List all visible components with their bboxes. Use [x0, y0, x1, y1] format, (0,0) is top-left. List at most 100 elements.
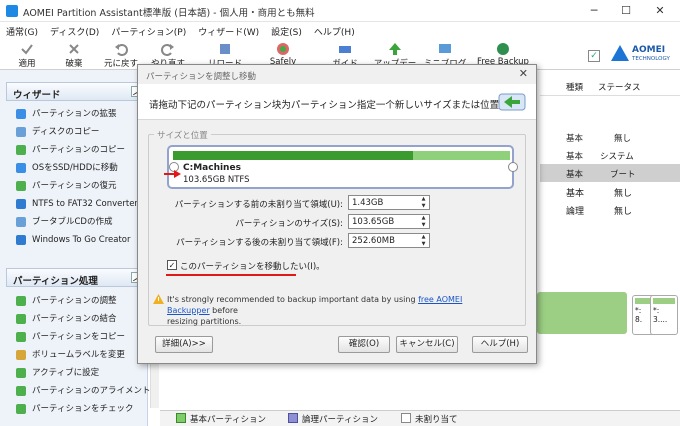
wizard-item[interactable]: パーティションの拡張 [14, 107, 117, 121]
wizard-panel-header[interactable]: ウィザード ︿ [6, 82, 146, 101]
cell-type: 基本 [566, 189, 585, 199]
move-partition-label[interactable]: このパーティションを移動したい(I)。 [180, 260, 325, 272]
partition-table-more: 基本 無し 論理 無し [540, 182, 680, 218]
dialog-close-icon[interactable]: ✕ [519, 67, 528, 80]
unallocated-before-input[interactable]: 1.43GB ▲ ▼ [348, 195, 430, 210]
partition-op-label: パーティションの調整 [32, 296, 117, 306]
table-row[interactable]: 論理 無し [540, 200, 680, 218]
title-bar: AOMEI Partition Assistant標準版 (日本語) - 個人用… [0, 0, 680, 22]
partition-table: 種類 ステータス 基本 無し 基本 システム 基本 ブート [540, 78, 680, 188]
recover-partition-icon [16, 181, 26, 191]
unallocated-swatch [401, 413, 411, 423]
unallocated-after-label: パーティションする後の未割り当て領域(F): [176, 238, 343, 248]
right-resize-handle[interactable] [508, 162, 518, 172]
partition-op-item[interactable]: パーティションのアライメント [14, 384, 151, 398]
wizard-item[interactable]: NTFS to FAT32 Converter [14, 197, 138, 211]
wizard-panel-title: ウィザード [13, 90, 61, 101]
table-row[interactable]: 基本 無し [540, 182, 680, 200]
menu-settings[interactable]: 設定(S) [265, 22, 308, 38]
menu-help[interactable]: ヘルプ(H) [308, 22, 361, 38]
unallocated-before-value: 1.43GB [352, 198, 384, 208]
wizard-item[interactable]: OSをSSD/HDDに移動 [14, 161, 118, 175]
safely-partition-icon [277, 43, 289, 55]
ok-button[interactable]: 確認(O) [338, 336, 390, 353]
menu-wizard[interactable]: ウィザード(W) [192, 22, 265, 38]
partition-bar-used [173, 151, 413, 160]
apply-icon [21, 44, 33, 55]
warning-icon [153, 294, 164, 304]
copy-disk-icon [16, 127, 26, 137]
align-partition-icon [16, 386, 26, 396]
partition-op-item[interactable]: パーティションの結合 [14, 312, 117, 326]
wizard-item[interactable]: パーティションの復元 [14, 179, 117, 193]
discard-icon [69, 44, 79, 54]
partition-op-item[interactable]: アクティブに設定 [14, 366, 99, 380]
warning-text-line2: resizing partitions. [167, 317, 242, 326]
table-row[interactable]: 基本 無し [540, 128, 680, 146]
partition-panel-header[interactable]: パーティション処理 ︿ [6, 268, 146, 287]
wizard-item-label: Windows To Go Creator [32, 235, 131, 245]
menu-disk[interactable]: ディスク(D) [44, 22, 105, 38]
wizard-item-label: OSをSSD/HDDに移動 [32, 163, 118, 173]
partition-size-label: パーティションのサイズ(S): [235, 219, 343, 229]
toolbar-checkbox[interactable]: ✓ [588, 50, 600, 62]
cell-status: 無し [614, 189, 633, 199]
reload-icon [220, 44, 230, 54]
partition-slider[interactable]: C:Machines 103.65GB NTFS [167, 145, 514, 189]
partition-op-label: アクティブに設定 [32, 368, 100, 378]
partition-panel-title: パーティション処理 [13, 276, 98, 287]
aomei-logo-icon [611, 45, 629, 61]
unallocated-after-input[interactable]: 252.60MB ▲ ▼ [348, 233, 430, 248]
disk-partition-card[interactable]: *: 3.... [650, 295, 678, 335]
disk-map-partition[interactable] [537, 292, 627, 334]
wizard-item[interactable]: Windows To Go Creator [14, 233, 131, 247]
column-header-status: ステータス [598, 83, 641, 93]
migrate-os-icon [16, 163, 26, 173]
maximize-icon[interactable]: ☐ [618, 3, 634, 19]
unallocated-before-label: パーティションする前の未割り当て領域(U): [174, 200, 343, 210]
wizard-item[interactable]: ディスクのコピー [14, 125, 99, 139]
partition-op-item[interactable]: パーティションの調整 [14, 294, 117, 308]
spin-up-icon[interactable]: ▲ [419, 196, 428, 202]
move-partition-checkbox[interactable]: ✓ [167, 260, 177, 270]
size-position-label: サイズと位置 [154, 129, 211, 141]
partition-op-item[interactable]: パーティションをコピー [14, 330, 125, 344]
copy-partition-icon [16, 145, 26, 155]
partition-name: C:Machines [183, 163, 241, 173]
spin-down-icon[interactable]: ▼ [419, 222, 428, 228]
details-button[interactable]: 詳細(A)>> [155, 336, 213, 353]
menu-partition[interactable]: パーティション(P) [105, 22, 192, 38]
partition-op-label: パーティションをチェック [32, 404, 134, 414]
cell-type: 基本 [566, 134, 584, 144]
wizard-item-label: ブータブルCDの作成 [32, 217, 113, 227]
resize-move-dialog: パーティションを調整し移動 ✕ 请拖动下记のパーティション块为パーティション指定… [137, 64, 537, 364]
wizard-item[interactable]: パーティションのコピー [14, 143, 125, 157]
partition-op-item[interactable]: ボリュームラベルを変更 [14, 348, 125, 362]
spin-up-icon[interactable]: ▲ [419, 234, 428, 240]
wizard-item[interactable]: ブータブルCDの作成 [14, 215, 112, 229]
close-icon[interactable]: ✕ [652, 3, 668, 19]
disk-card-letter: *: [653, 306, 660, 315]
partition-size-input[interactable]: 103.65GB ▲ ▼ [348, 214, 430, 229]
discard-button[interactable]: 破棄 [49, 42, 99, 69]
table-row-selected[interactable]: 基本 ブート [540, 164, 680, 182]
menu-general[interactable]: 通常(G) [0, 22, 44, 38]
spin-down-icon[interactable]: ▼ [419, 203, 428, 209]
disk-card-size: 3.... [653, 315, 668, 324]
spin-up-icon[interactable]: ▲ [419, 215, 428, 221]
table-row[interactable]: 基本 システム [540, 146, 680, 164]
cell-status: システム [600, 152, 634, 162]
spin-down-icon[interactable]: ▼ [419, 241, 428, 247]
partition-info: 103.65GB NTFS [183, 175, 250, 185]
undo-label: 元に戻す [103, 59, 138, 69]
warning-text: It's strongly recommended to backup impo… [167, 295, 419, 304]
apply-button[interactable]: 適用 [2, 42, 52, 69]
aomei-logo-subtext: TECHNOLOGY [632, 56, 670, 62]
help-button[interactable]: ヘルプ(H) [472, 336, 528, 353]
cell-type: 基本 [566, 152, 584, 162]
cancel-button[interactable]: キャンセル(C) [396, 336, 458, 353]
minimize-icon[interactable]: ─ [586, 3, 602, 19]
redo-icon [161, 44, 174, 56]
partition-op-item[interactable]: パーティションをチェック [14, 402, 134, 416]
dialog-title: パーティションを調整し移動 [146, 72, 256, 82]
